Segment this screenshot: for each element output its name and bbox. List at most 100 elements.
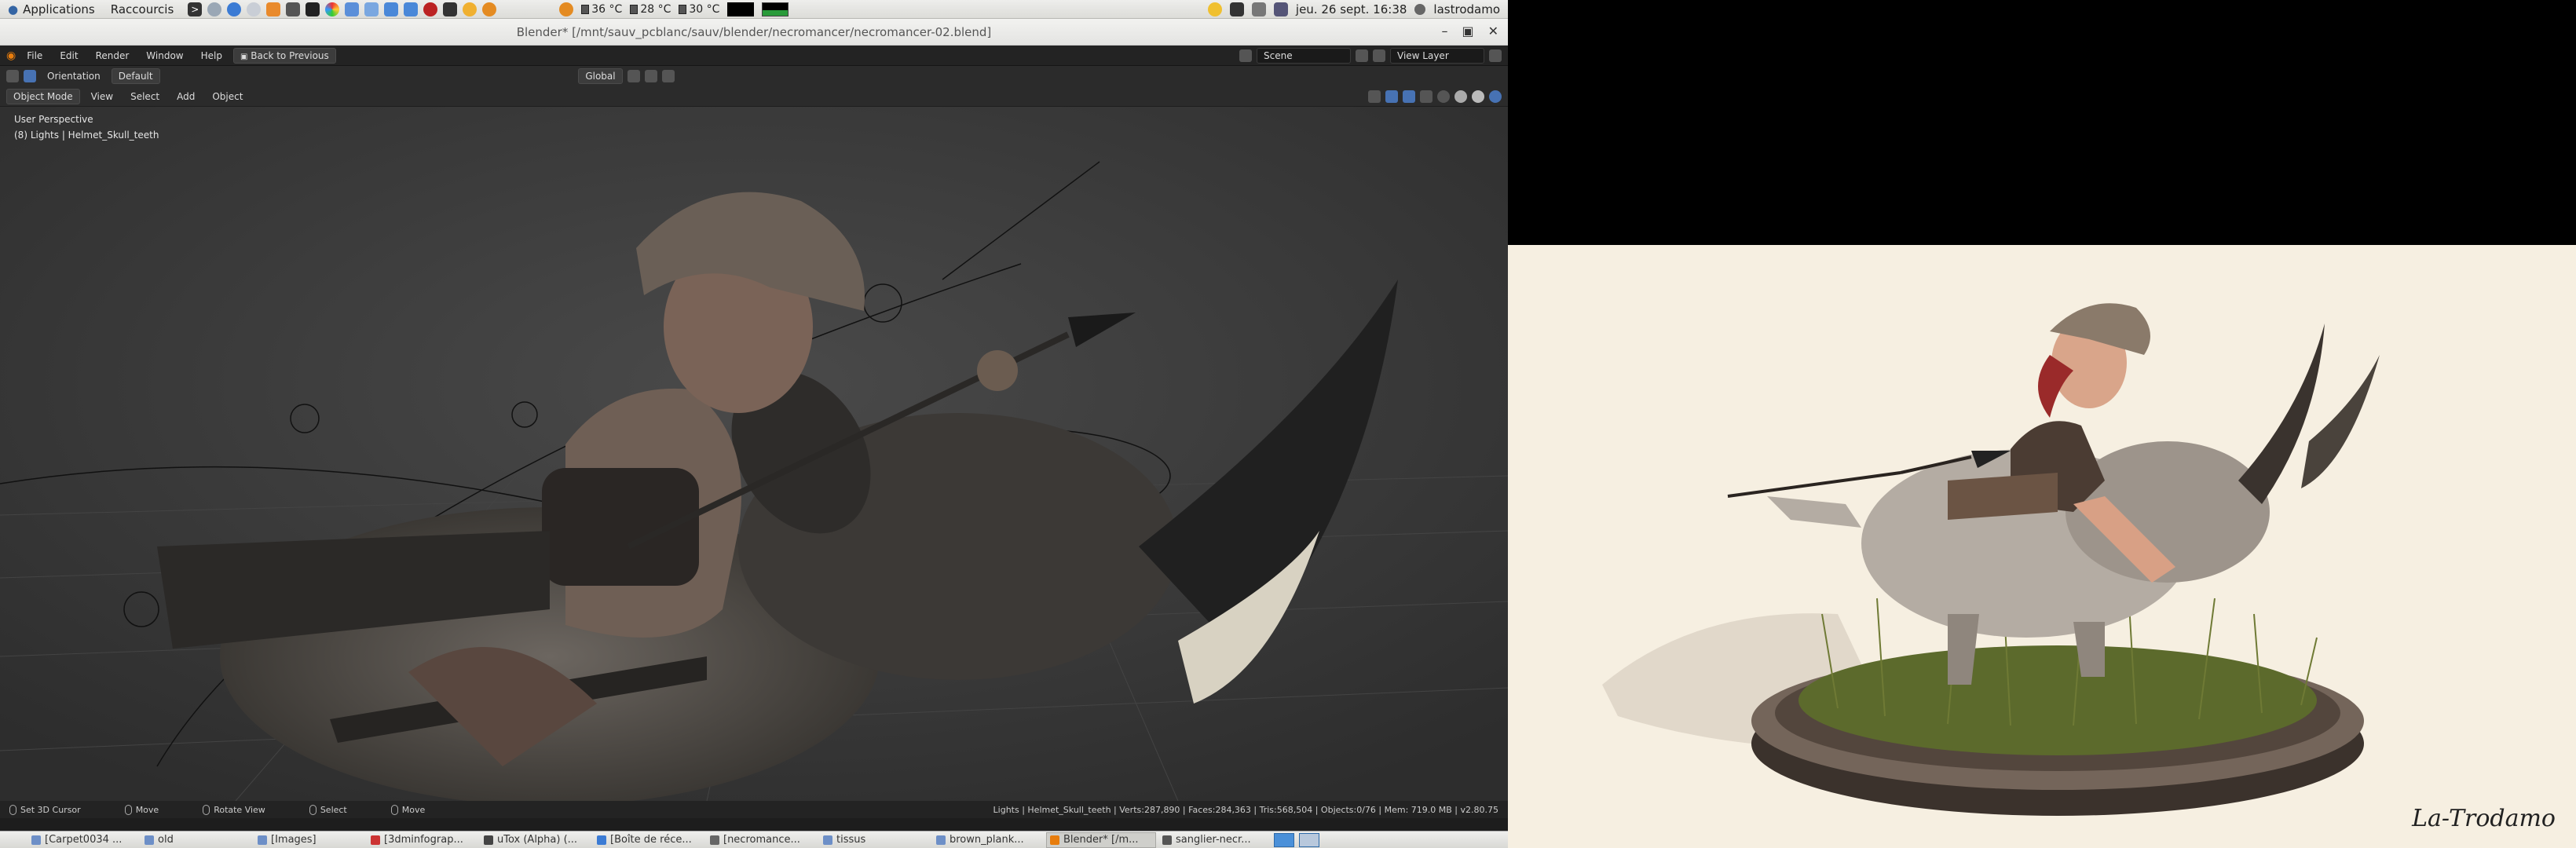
xfce-logo-icon: ●	[8, 2, 19, 16]
overlay-icon[interactable]	[1403, 90, 1415, 103]
disc-icon[interactable]	[207, 2, 222, 16]
gizmo-icon[interactable]	[1385, 90, 1398, 103]
task-button[interactable]: brown_plank...	[933, 832, 1043, 848]
display-icon[interactable]	[1273, 2, 1288, 16]
editor-type-icon[interactable]	[6, 70, 19, 82]
user-icon	[1414, 3, 1426, 15]
blender-icon[interactable]	[266, 2, 281, 16]
blender-launcher-icon[interactable]	[482, 2, 497, 16]
padlock-icon[interactable]	[1229, 2, 1244, 16]
scene-statistics: Lights | Helmet_Skull_teeth | Verts:287,…	[993, 804, 1498, 815]
wireframe-shading-icon[interactable]	[1437, 90, 1450, 103]
active-object-label: (8) Lights | Helmet_Skull_teeth	[14, 130, 159, 141]
menu-edit[interactable]: Edit	[53, 49, 84, 63]
viewport-header: Orientation Default Global	[0, 66, 1508, 86]
close-icon[interactable]: ✕	[1488, 24, 1498, 38]
task-button[interactable]: [Boîte de réce...	[594, 832, 704, 848]
menu-object[interactable]: Object	[206, 90, 249, 104]
mail-icon[interactable]	[364, 2, 379, 16]
render-display: La-Trodamo	[1508, 0, 2576, 848]
proportional-edit-icon[interactable]	[661, 70, 675, 82]
transform-orientation-dropdown[interactable]: Global	[578, 68, 623, 84]
shortcuts-menu[interactable]: Raccourcis	[103, 2, 182, 16]
status-move-label: Move	[135, 804, 159, 815]
launchers: >	[188, 2, 497, 16]
viewport-info: User Perspective (8) Lights | Helmet_Sku…	[14, 111, 159, 143]
solid-shading-icon[interactable]	[1454, 90, 1467, 103]
folder-icon	[936, 835, 946, 845]
task-label: [Boîte de réce...	[610, 834, 692, 846]
xray-icon[interactable]	[1420, 90, 1433, 103]
files-icon[interactable]	[345, 2, 360, 16]
temp-value: 30 °C	[689, 2, 720, 16]
artist-signature: La-Trodamo	[2412, 805, 2556, 832]
minimize-icon[interactable]: –	[1441, 24, 1447, 38]
task-button[interactable]: old	[141, 832, 251, 848]
task-button[interactable]: [3dminfograp...	[368, 832, 478, 848]
cpu-temp-2: 28 °C	[630, 3, 671, 16]
transform-tool-icon[interactable]	[24, 70, 36, 82]
web-icon[interactable]	[247, 2, 262, 16]
mouse-middle-icon	[203, 804, 210, 815]
material-shading-icon[interactable]	[1472, 90, 1484, 103]
task-button[interactable]: tissus	[820, 832, 930, 848]
visibility-icon[interactable]	[1368, 90, 1381, 103]
view-layer-selector[interactable]: View Layer	[1390, 47, 1484, 64]
view-layer-browse-icon[interactable]	[1489, 49, 1502, 62]
workspace-2[interactable]	[1299, 832, 1319, 847]
task-label: [Images]	[271, 834, 317, 846]
task-label: [Carpet0034 ...	[45, 834, 123, 846]
menu-file[interactable]: File	[20, 49, 49, 63]
workspace-1[interactable]	[1274, 832, 1294, 847]
task-button[interactable]: [Carpet0034 ...	[28, 832, 138, 848]
blender-tray-icon[interactable]	[559, 2, 574, 16]
task-button[interactable]: [necromance...	[707, 832, 817, 848]
status-move2-label: Move	[401, 804, 426, 815]
viewport-toolbar: Object Mode View Select Add Object	[0, 86, 1508, 107]
view-layer-icon[interactable]	[1373, 49, 1385, 62]
clock[interactable]: jeu. 26 sept. 16:38	[1296, 2, 1407, 16]
lock-icon[interactable]	[443, 2, 458, 16]
window-titlebar[interactable]: Blender* [/mnt/sauv_pcblanc/sauv/blender…	[0, 19, 1508, 46]
gimp-icon[interactable]	[286, 2, 301, 16]
blender-icon	[1050, 835, 1059, 845]
applications-menu[interactable]: ● Applications	[0, 2, 103, 16]
menu-render[interactable]: Render	[90, 49, 136, 63]
user-menu[interactable]: lastrodamo	[1433, 2, 1500, 16]
menu-select[interactable]: Select	[124, 90, 166, 104]
menu-add[interactable]: Add	[170, 90, 201, 104]
chrome-icon[interactable]	[325, 2, 340, 16]
menu-window[interactable]: Window	[140, 49, 189, 63]
scene-icon[interactable]	[1239, 49, 1252, 62]
browser-icon[interactable]	[227, 2, 242, 16]
inkscape-icon[interactable]	[306, 2, 320, 16]
task-button-active[interactable]: Blender* [/m...	[1046, 832, 1156, 848]
rendered-shading-icon[interactable]	[1489, 90, 1502, 103]
volume-icon[interactable]	[1251, 2, 1266, 16]
weather-icon[interactable]	[463, 2, 478, 16]
task-button[interactable]: [Images]	[254, 832, 364, 848]
task-button[interactable]: uTox (Alpha) (...	[481, 832, 591, 848]
task-label: old	[158, 834, 174, 846]
back-to-previous-button[interactable]: ▣ Back to Previous	[232, 47, 336, 64]
status-cursor: Set 3D Cursor	[9, 804, 81, 815]
folder-icon[interactable]	[404, 2, 419, 16]
orientation-dropdown[interactable]: Default	[111, 68, 160, 84]
scene-selector[interactable]: Scene	[1257, 47, 1351, 64]
mouse-select-icon	[309, 804, 317, 815]
maximize-icon[interactable]: ▣	[1462, 24, 1473, 38]
3d-viewport[interactable]: User Perspective (8) Lights | Helmet_Sku…	[0, 107, 1508, 801]
snap-icon[interactable]	[644, 70, 657, 82]
menu-view[interactable]: View	[85, 90, 119, 104]
task-button[interactable]: sanglier-necr...	[1159, 832, 1269, 848]
pivot-icon[interactable]	[627, 70, 640, 82]
blender-logo-icon[interactable]: ◉	[6, 49, 16, 62]
task-label: tissus	[836, 834, 866, 846]
chat-icon[interactable]	[384, 2, 399, 16]
media-icon[interactable]	[423, 2, 438, 16]
notification-icon[interactable]	[1207, 2, 1222, 16]
terminal-icon[interactable]: >	[188, 2, 203, 16]
scene-browse-icon[interactable]	[1356, 49, 1368, 62]
mode-dropdown[interactable]: Object Mode	[6, 88, 80, 104]
menu-help[interactable]: Help	[195, 49, 229, 63]
